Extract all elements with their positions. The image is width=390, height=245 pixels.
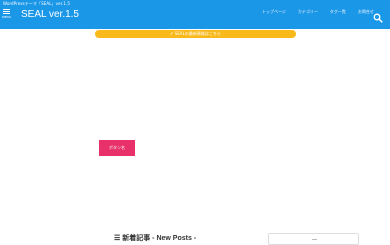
notice-banner[interactable]: ✔ SEALの最新情報はこちら [95, 30, 296, 38]
sidebar-widget [268, 233, 359, 245]
nav-item-category[interactable]: カテゴリー [298, 9, 318, 15]
new-posts-heading: ☰ 新着記事 - New Posts - [114, 233, 196, 243]
menu-button[interactable]: MENU [2, 9, 11, 20]
nav-item-contact[interactable]: お問合せ [358, 9, 374, 15]
nav-item-tags[interactable]: タグ一覧 [330, 9, 346, 15]
site-header: WordPressテーマ「SEAL」ver.1.5 MENU SEAL ver.… [0, 0, 390, 29]
hamburger-icon [3, 9, 10, 10]
site-tagline: WordPressテーマ「SEAL」ver.1.5 [3, 1, 71, 6]
nav-item-top[interactable]: トップページ [262, 9, 286, 15]
search-icon[interactable] [373, 8, 383, 23]
site-title[interactable]: SEAL ver.1.5 [21, 9, 79, 20]
cta-button[interactable]: ボタン名 [99, 140, 135, 156]
new-posts-heading-label: ☰ 新着記事 - New Posts - [114, 235, 197, 242]
global-nav: トップページ カテゴリー タグ一覧 お問合せ [262, 9, 374, 15]
menu-label: MENU [2, 15, 11, 19]
